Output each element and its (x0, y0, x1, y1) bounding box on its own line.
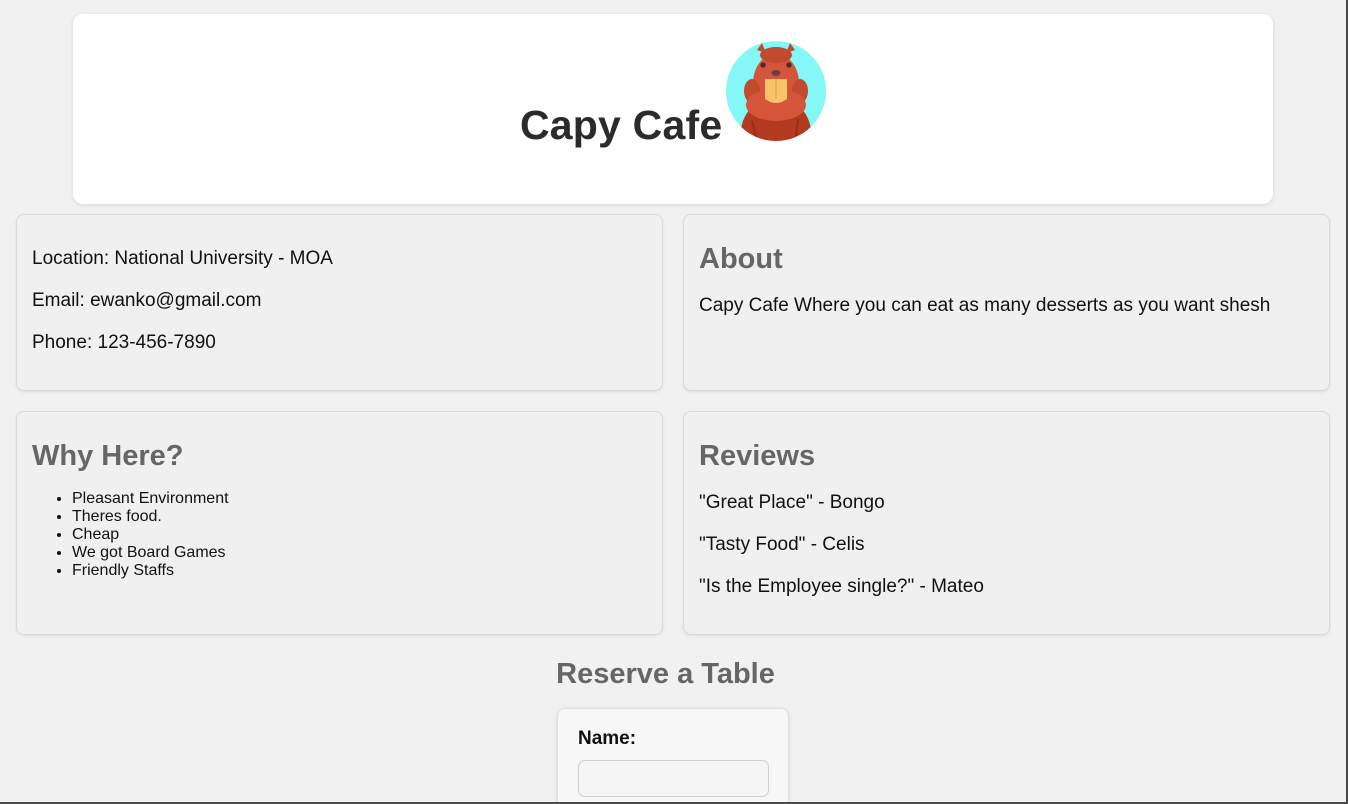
reviews-heading: Reviews (699, 440, 816, 472)
reservation-form: Name: (557, 708, 789, 804)
site-title: Capy Cafe (520, 102, 723, 148)
list-item: Cheap (72, 526, 229, 544)
list-item: Theres food. (72, 508, 229, 526)
name-label: Name: (578, 728, 637, 749)
email-text: Email: ewanko@gmail.com (32, 290, 262, 311)
reviews-card: Reviews "Great Place" - Bongo "Tasty Foo… (683, 411, 1330, 635)
about-heading: About (699, 243, 783, 275)
name-input[interactable] (578, 760, 769, 797)
review-item: "Great Place" - Bongo (699, 492, 885, 513)
capybara-logo-icon (726, 41, 826, 141)
why-here-heading: Why Here? (32, 440, 184, 472)
why-here-list: Pleasant Environment Theres food. Cheap … (32, 490, 229, 580)
page: Capy Cafe Location: National University … (0, 0, 1348, 804)
location-text: Location: National University - MOA (32, 248, 333, 269)
review-item: "Tasty Food" - Celis (699, 534, 865, 555)
why-here-card: Why Here? Pleasant Environment Theres fo… (16, 411, 663, 635)
contact-card: Location: National University - MOA Emai… (16, 214, 663, 391)
site-header: Capy Cafe (73, 14, 1273, 204)
review-item: "Is the Employee single?" - Mateo (699, 576, 984, 597)
list-item: Pleasant Environment (72, 490, 229, 508)
reserve-heading: Reserve a Table (556, 658, 775, 690)
list-item: We got Board Games (72, 544, 229, 562)
list-item: Friendly Staffs (72, 562, 229, 580)
about-text: Capy Cafe Where you can eat as many dess… (699, 295, 1271, 316)
phone-text: Phone: 123-456-7890 (32, 332, 216, 353)
about-card: About Capy Cafe Where you can eat as man… (683, 214, 1330, 391)
